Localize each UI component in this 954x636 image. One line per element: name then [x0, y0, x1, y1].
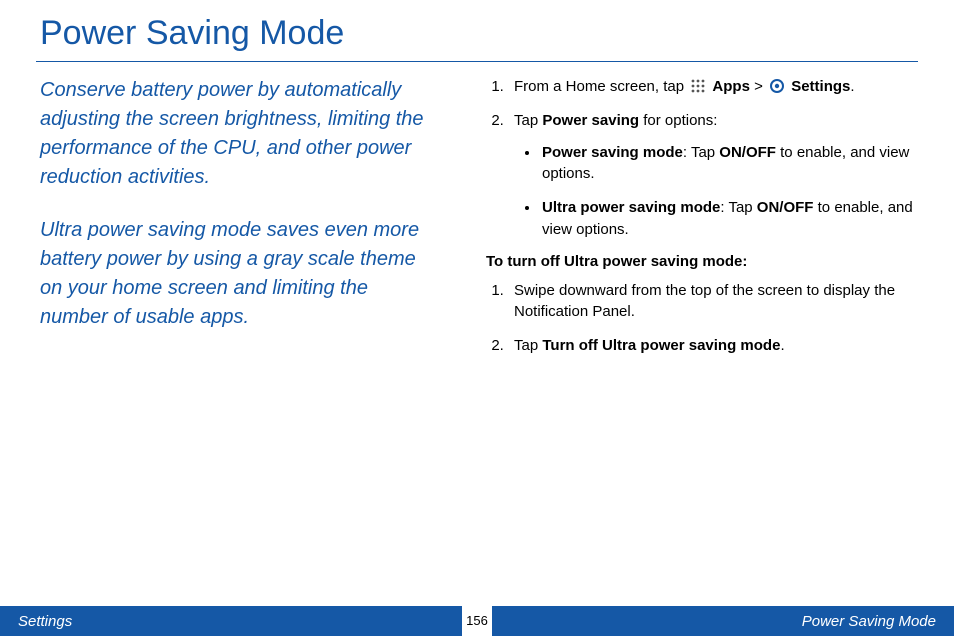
turnoff-step-2-pre: Tap — [514, 337, 542, 354]
step-1: From a Home screen, tap Apps > — [508, 76, 914, 98]
step-2-post: for options: — [639, 112, 717, 129]
settings-gear-icon — [769, 78, 785, 94]
footer-section: Settings — [18, 613, 72, 630]
bullet-2-mid: : Tap — [720, 199, 756, 216]
step-1-gt: > — [754, 78, 767, 95]
bullet-2-bold: Ultra power saving mode — [542, 199, 720, 216]
settings-label: Settings — [791, 78, 850, 95]
title-rule — [36, 61, 918, 62]
bullet-power-saving: Power saving mode: Tap ON/OFF to enable,… — [540, 142, 914, 186]
bullet-1-bold2: ON/OFF — [719, 144, 776, 161]
document-page: Power Saving Mode Conserve battery power… — [0, 0, 954, 636]
steps-list-1: From a Home screen, tap Apps > — [486, 76, 914, 241]
content-columns: Conserve battery power by automatically … — [0, 76, 954, 369]
steps-list-2: Swipe downward from the top of the scree… — [486, 280, 914, 357]
turnoff-step-1: Swipe downward from the top of the scree… — [508, 280, 914, 324]
footer-page-number: 156 — [462, 606, 492, 636]
intro-paragraph-1: Conserve battery power by automatically … — [40, 76, 440, 192]
turnoff-step-2: Tap Turn off Ultra power saving mode. — [508, 335, 914, 357]
apps-label: Apps — [712, 78, 750, 95]
turnoff-step-2-bold: Turn off Ultra power saving mode — [542, 337, 780, 354]
page-title: Power Saving Mode — [0, 0, 954, 59]
bullet-ultra-power-saving: Ultra power saving mode: Tap ON/OFF to e… — [540, 197, 914, 241]
page-footer: Settings 156 Power Saving Mode — [0, 606, 954, 636]
bullet-2-bold2: ON/OFF — [757, 199, 814, 216]
footer-topic: Power Saving Mode — [802, 613, 936, 630]
step-2-pre: Tap — [514, 112, 542, 129]
bullet-1-bold: Power saving mode — [542, 144, 683, 161]
turnoff-step-2-post: . — [780, 337, 784, 354]
left-column: Conserve battery power by automatically … — [40, 76, 440, 369]
apps-grid-icon — [690, 78, 706, 94]
subheading-turn-off: To turn off Ultra power saving mode: — [486, 253, 914, 270]
step-1-post: . — [850, 78, 854, 95]
intro-paragraph-2: Ultra power saving mode saves even more … — [40, 216, 440, 332]
options-bullets: Power saving mode: Tap ON/OFF to enable,… — [514, 142, 914, 241]
bullet-1-mid: : Tap — [683, 144, 719, 161]
step-2: Tap Power saving for options: Power savi… — [508, 110, 914, 241]
step-2-bold: Power saving — [542, 112, 639, 129]
right-column: From a Home screen, tap Apps > — [486, 76, 914, 369]
step-1-pre: From a Home screen, tap — [514, 78, 688, 95]
